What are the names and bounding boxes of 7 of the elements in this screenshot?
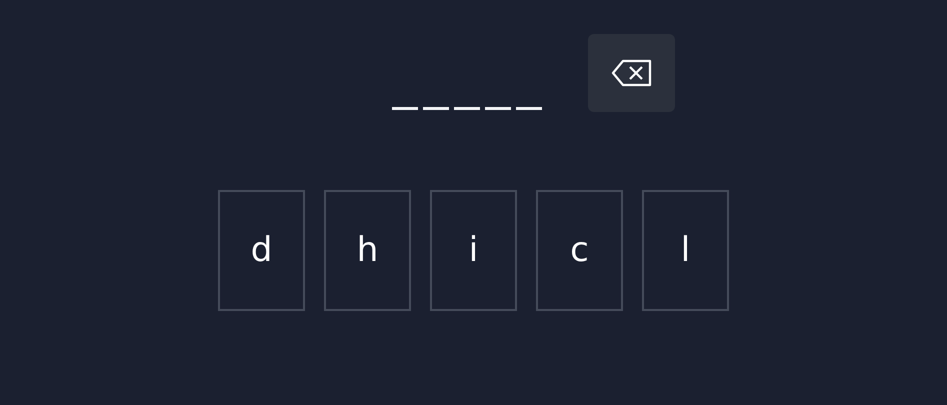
letter-tile[interactable]: d — [218, 190, 305, 311]
letter-tile[interactable]: l — [642, 190, 729, 311]
backspace-icon — [610, 59, 652, 87]
letter-tile[interactable]: i — [430, 190, 517, 311]
backspace-button[interactable] — [588, 34, 675, 112]
letter-tile[interactable]: h — [324, 190, 411, 311]
letter-tile[interactable]: c — [536, 190, 623, 311]
